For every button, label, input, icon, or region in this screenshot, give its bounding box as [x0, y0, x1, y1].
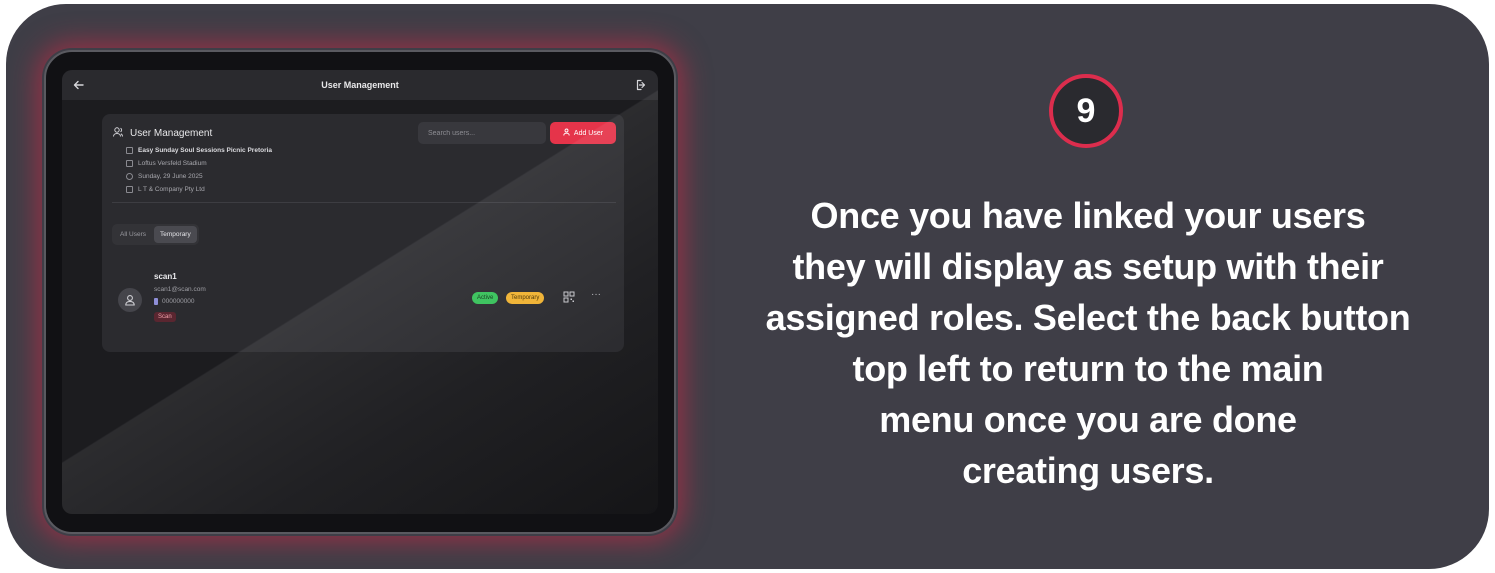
- status-badge-temporary: Temporary: [506, 292, 545, 304]
- tablet-screen: User Management User Management Easy Sun…: [62, 70, 658, 514]
- qr-code-icon[interactable]: [562, 290, 576, 304]
- event-name-row: Easy Sunday Soul Sessions Picnic Pretori…: [126, 144, 272, 157]
- back-arrow-icon[interactable]: [70, 76, 88, 94]
- building-icon: [126, 186, 133, 193]
- instruction-line: menu once you are done: [879, 399, 1297, 440]
- panel-title: User Management: [130, 128, 213, 139]
- step-number-badge: 9: [1049, 74, 1123, 148]
- instruction-line: creating users.: [962, 450, 1214, 491]
- app-top-bar: User Management: [62, 70, 658, 100]
- tab-temporary[interactable]: Temporary: [154, 226, 197, 243]
- instruction-line: they will display as setup with their: [792, 246, 1384, 287]
- user-email: scan1@scan.com: [154, 286, 206, 293]
- panel-divider: [112, 202, 616, 203]
- clock-icon: [126, 173, 133, 180]
- user-phone-row: 000000000: [154, 298, 195, 305]
- instruction-text: Once you have linked your users they wil…: [718, 190, 1458, 496]
- instruction-line: assigned roles. Select the back button: [765, 297, 1411, 338]
- instruction-line: top left to return to the main: [852, 348, 1324, 389]
- search-users-input[interactable]: [418, 122, 546, 144]
- event-details: Easy Sunday Soul Sessions Picnic Pretori…: [126, 144, 272, 196]
- window-title: User Management: [321, 80, 399, 90]
- more-options-icon[interactable]: ···: [588, 290, 604, 304]
- logout-icon[interactable]: [632, 76, 650, 94]
- user-filter-tabs: All Users Temporary: [112, 224, 199, 245]
- instruction-card: User Management User Management Easy Sun…: [6, 4, 1489, 569]
- location-icon: [126, 160, 133, 167]
- users-icon: [112, 126, 124, 141]
- user-management-panel: User Management Easy Sunday Soul Session…: [102, 114, 624, 352]
- event-company-row: L T & Company Pty Ltd: [126, 183, 272, 196]
- event-venue: Loftus Versfeld Stadium: [138, 160, 207, 167]
- tablet-device: User Management User Management Easy Sun…: [44, 50, 676, 534]
- user-role-badge: Scan: [154, 312, 176, 322]
- instruction-line: Once you have linked your users: [810, 195, 1366, 236]
- user-avatar-icon: [118, 288, 142, 312]
- user-phone: 000000000: [162, 298, 195, 305]
- add-user-button[interactable]: Add User: [550, 122, 616, 144]
- add-user-label: Add User: [573, 129, 604, 137]
- event-name: Easy Sunday Soul Sessions Picnic Pretori…: [138, 147, 273, 154]
- event-date: Sunday, 29 June 2025: [138, 173, 203, 180]
- event-date-row: Sunday, 29 June 2025: [126, 170, 272, 183]
- add-user-icon: [563, 128, 571, 138]
- event-venue-row: Loftus Versfeld Stadium: [126, 157, 272, 170]
- status-badge-active: Active: [472, 292, 499, 304]
- user-name: scan1: [154, 272, 177, 281]
- phone-icon: [154, 298, 158, 305]
- tab-all-users[interactable]: All Users: [114, 226, 152, 243]
- ticket-icon: [126, 147, 133, 154]
- user-list-item[interactable]: scan1 scan1@scan.com 000000000 Scan Acti…: [112, 268, 616, 332]
- panel-header: User Management: [112, 126, 212, 141]
- event-company: L T & Company Pty Ltd: [138, 186, 205, 193]
